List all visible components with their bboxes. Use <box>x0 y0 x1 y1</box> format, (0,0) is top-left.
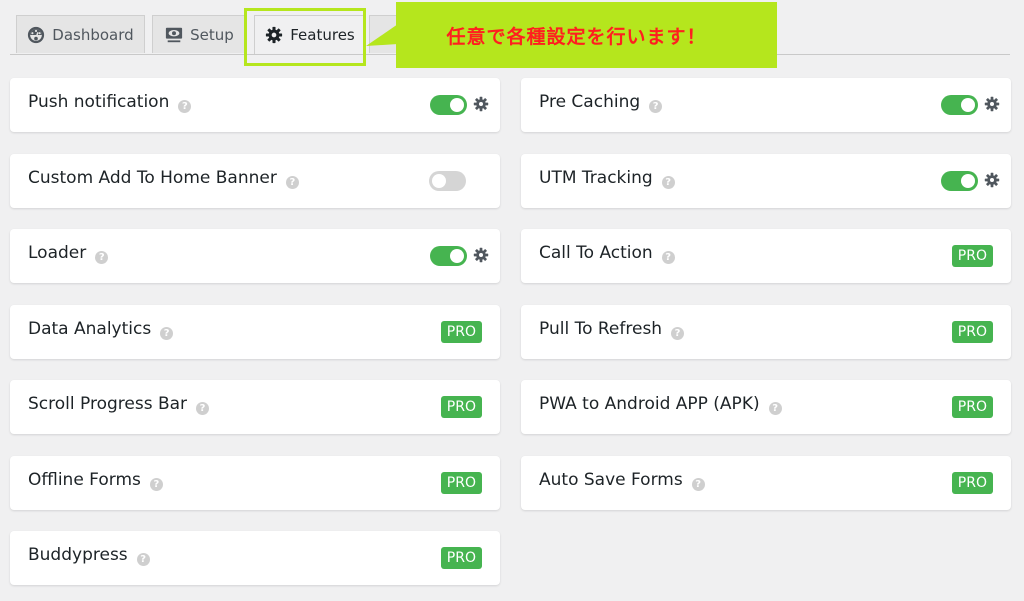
callout-text: 任意で各種設定を行います！ <box>446 25 707 48</box>
annotation-callout: 任意で各種設定を行います！ <box>396 2 777 68</box>
feature-label: Push notification? <box>28 92 192 113</box>
pro-badge[interactable]: PRO <box>951 245 993 267</box>
feature-card-buddypress: Buddypress? PRO <box>10 531 500 585</box>
feature-card-custom-add-to-home-banner: Custom Add To Home Banner? <box>10 154 500 208</box>
feature-card-scroll-progress-bar: Scroll Progress Bar? PRO <box>10 380 500 434</box>
toggle-knob <box>961 98 975 112</box>
help-icon[interactable]: ? <box>768 402 782 415</box>
help-icon[interactable]: ? <box>136 553 150 566</box>
pro-badge[interactable]: PRO <box>951 396 993 418</box>
feature-card-utm-tracking: UTM Tracking? <box>521 154 1011 208</box>
feature-label: Offline Forms? <box>28 470 163 491</box>
feature-label: Buddypress? <box>28 545 150 566</box>
feature-label: Scroll Progress Bar? <box>28 394 210 415</box>
help-icon[interactable]: ? <box>149 478 163 491</box>
settings-gear-icon[interactable] <box>984 96 1000 112</box>
help-icon[interactable]: ? <box>95 251 109 264</box>
gear-icon <box>265 26 283 44</box>
toggle-knob <box>450 249 464 263</box>
help-icon[interactable]: ? <box>671 327 685 340</box>
feature-label: Custom Add To Home Banner? <box>28 168 299 189</box>
monitor-eye-icon <box>165 26 183 44</box>
toggle-knob <box>432 174 446 188</box>
feature-label: Auto Save Forms? <box>539 470 705 491</box>
help-icon[interactable]: ? <box>160 327 174 340</box>
feature-toggle[interactable] <box>429 171 466 191</box>
help-icon[interactable]: ? <box>691 478 705 491</box>
dashboard-gauge-icon <box>27 26 45 44</box>
feature-label: Pull To Refresh? <box>539 319 685 340</box>
help-icon[interactable]: ? <box>661 176 675 189</box>
feature-card-pull-to-refresh: Pull To Refresh? PRO <box>521 305 1011 359</box>
toggle-knob <box>961 174 975 188</box>
feature-label: PWA to Android APP (APK)? <box>539 394 782 415</box>
feature-label: UTM Tracking? <box>539 168 675 189</box>
feature-card-call-to-action: Call To Action? PRO <box>521 229 1011 283</box>
feature-label: Call To Action? <box>539 243 675 264</box>
feature-card-auto-save-forms: Auto Save Forms? PRO <box>521 456 1011 510</box>
tab-dashboard[interactable]: Dashboard <box>16 15 145 53</box>
settings-gear-icon[interactable] <box>473 247 489 263</box>
feature-card-offline-forms: Offline Forms? PRO <box>10 456 500 510</box>
help-icon[interactable]: ? <box>178 100 192 113</box>
feature-label: Loader? <box>28 243 109 264</box>
pro-badge[interactable]: PRO <box>440 472 482 494</box>
pro-badge[interactable]: PRO <box>440 396 482 418</box>
help-icon[interactable]: ? <box>285 176 299 189</box>
tab-setup[interactable]: Setup <box>152 15 247 53</box>
feature-toggle[interactable] <box>941 171 978 191</box>
pro-badge[interactable]: PRO <box>951 321 993 343</box>
pro-badge[interactable]: PRO <box>440 321 482 343</box>
feature-toggle[interactable] <box>941 95 978 115</box>
settings-gear-icon[interactable] <box>984 172 1000 188</box>
tab-features[interactable]: Features <box>254 15 366 54</box>
feature-label: Data Analytics? <box>28 319 174 340</box>
feature-toggle[interactable] <box>430 95 467 115</box>
callout-pointer <box>366 24 398 46</box>
feature-label: Pre Caching? <box>539 92 663 113</box>
feature-card-pre-caching: Pre Caching? <box>521 78 1011 132</box>
tab-features-label: Features <box>290 26 355 44</box>
help-icon[interactable]: ? <box>661 251 675 264</box>
feature-toggle[interactable] <box>430 246 467 266</box>
feature-card-data-analytics: Data Analytics? PRO <box>10 305 500 359</box>
pro-badge[interactable]: PRO <box>440 547 482 569</box>
feature-card-push-notification: Push notification? <box>10 78 500 132</box>
tab-setup-label: Setup <box>190 25 234 44</box>
help-icon[interactable]: ? <box>196 402 210 415</box>
feature-card-loader: Loader? <box>10 229 500 283</box>
feature-card-pwa-to-android-app-apk: PWA to Android APP (APK)? PRO <box>521 380 1011 434</box>
toggle-knob <box>450 98 464 112</box>
tab-dashboard-label: Dashboard <box>52 25 134 44</box>
pro-badge[interactable]: PRO <box>951 472 993 494</box>
help-icon[interactable]: ? <box>649 100 663 113</box>
settings-gear-icon[interactable] <box>473 96 489 112</box>
